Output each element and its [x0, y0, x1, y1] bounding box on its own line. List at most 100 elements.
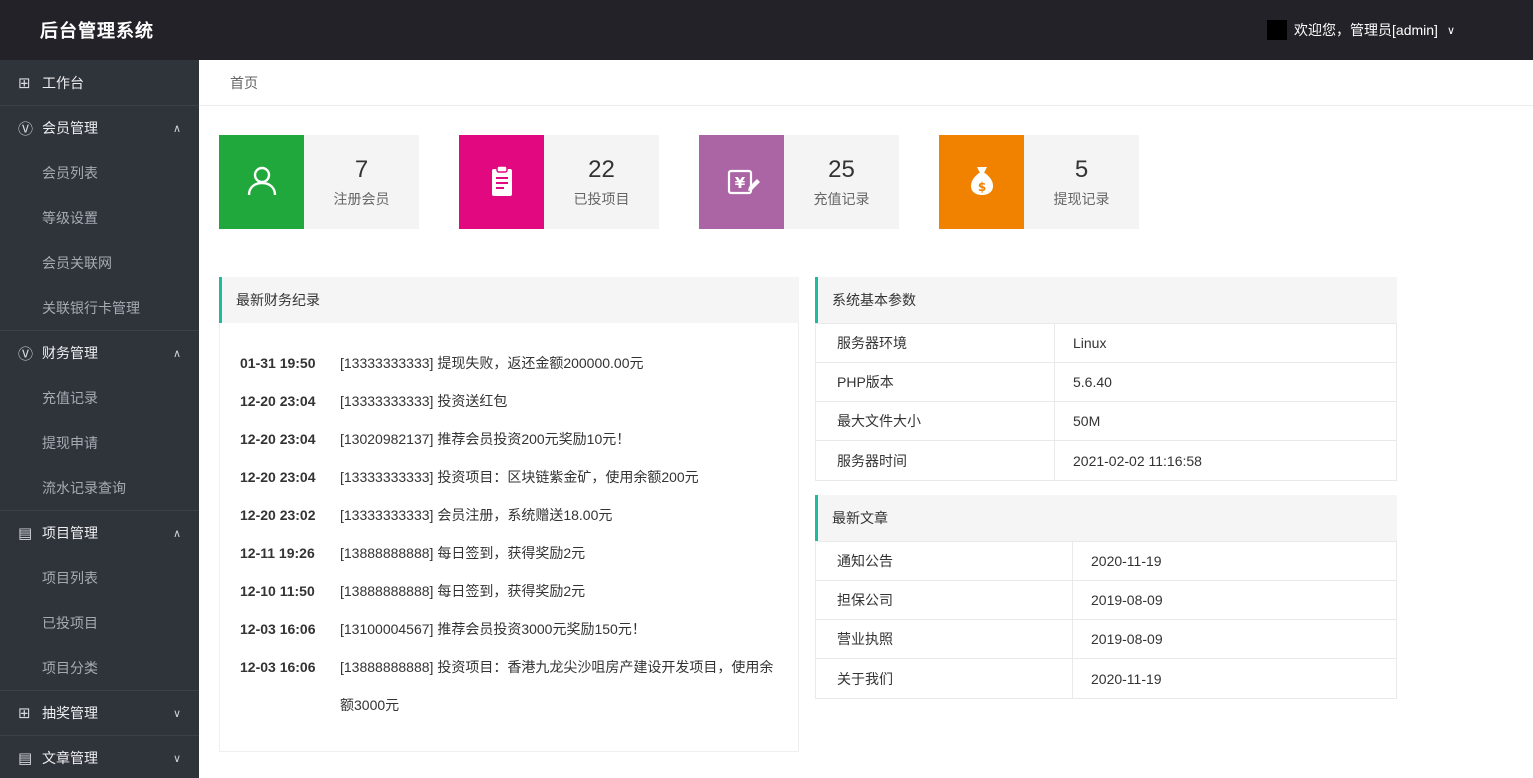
- record-time: 12-11 19:26: [240, 534, 340, 572]
- sidebar-item-member-list[interactable]: 会员列表: [0, 150, 199, 195]
- latest-articles-table: 通知公告 2020-11-19 担保公司 2019-08-09 营业执照 201…: [815, 541, 1397, 699]
- yuan-box-icon: ¥: [699, 135, 784, 229]
- sidebar-group-label: 财务管理: [42, 343, 98, 363]
- stat-value: 22: [588, 156, 615, 184]
- sidebar-group-finance-management[interactable]: Ⓥ 财务管理 ∧: [0, 330, 199, 375]
- chevron-up-icon: ∧: [173, 347, 181, 360]
- sidebar-group-label: 抽奖管理: [42, 703, 98, 723]
- record-time: 12-20 23:04: [240, 458, 340, 496]
- finance-record: 12-03 16:06 [13888888888] 投资项目：香港九龙尖沙咀房产…: [240, 648, 778, 724]
- record-text: [13020982137] 推荐会员投资200元奖励10元！: [340, 420, 778, 458]
- sidebar-group-label: 文章管理: [42, 748, 98, 768]
- right-column: 系统基本参数 服务器环境 Linux PHP版本 5.6.40 最大文件大小 5…: [815, 277, 1397, 699]
- user-icon-glyph: [241, 161, 283, 203]
- record-text: [13333333333] 投资送红包: [340, 382, 778, 420]
- record-time: 12-10 11:50: [240, 572, 340, 610]
- sidebar-item-member-network[interactable]: 会员关联网: [0, 240, 199, 285]
- record-time: 12-20 23:04: [240, 382, 340, 420]
- finance-records-panel: 最新财务纪录 01-31 19:50 [13333333333] 提现失败，返还…: [219, 277, 799, 752]
- param-label: 服务器时间: [816, 441, 1055, 480]
- article-icon: ▤: [18, 749, 42, 767]
- sidebar-item-recharge-records[interactable]: 充值记录: [0, 375, 199, 420]
- lottery-icon: ⊞: [18, 704, 42, 722]
- user-menu[interactable]: 欢迎您，管理员[admin] ∨: [1267, 20, 1455, 40]
- stat-label: 充值记录: [814, 189, 870, 209]
- table-row: 服务器环境 Linux: [816, 324, 1396, 363]
- sidebar-item-level-settings[interactable]: 等级设置: [0, 195, 199, 240]
- finance-record: 12-20 23:04 [13333333333] 投资项目：区块链紫金矿，使用…: [240, 458, 778, 496]
- breadcrumb: 首页: [199, 60, 1533, 106]
- sidebar-group-article-management[interactable]: ▤ 文章管理 ∨: [0, 735, 199, 778]
- stat-value: 25: [828, 156, 855, 184]
- param-value: 50M: [1055, 402, 1396, 440]
- sidebar-group-project-management[interactable]: ▤ 项目管理 ∧: [0, 510, 199, 555]
- param-value: 5.6.40: [1055, 363, 1396, 401]
- clipboard-icon: [459, 135, 544, 229]
- clipboard-icon-glyph: [481, 161, 523, 203]
- record-text: [13333333333] 投资项目：区块链紫金矿，使用余额200元: [340, 458, 778, 496]
- finance-record: 12-20 23:02 [13333333333] 会员注册，系统赠送18.00…: [240, 496, 778, 534]
- sidebar-item-label: 工作台: [42, 73, 84, 93]
- money-bag-icon-glyph: $: [961, 161, 1003, 203]
- param-value: Linux: [1055, 324, 1396, 362]
- sidebar-group-label: 项目管理: [42, 523, 98, 543]
- sidebar-item-withdraw-requests[interactable]: 提现申请: [0, 420, 199, 465]
- svg-text:¥: ¥: [734, 174, 745, 192]
- stat-card-registered-members[interactable]: 7 注册会员: [219, 135, 419, 229]
- app-title: 后台管理系统: [40, 17, 154, 43]
- table-row: 担保公司 2019-08-09: [816, 581, 1396, 620]
- stat-cards-row: 7 注册会员 22 已投项目: [219, 135, 1139, 229]
- record-text: [13333333333] 会员注册，系统赠送18.00元: [340, 496, 778, 534]
- table-row: 关于我们 2020-11-19: [816, 659, 1396, 698]
- sidebar-item-transaction-log-query[interactable]: 流水记录查询: [0, 465, 199, 510]
- stat-card-invested-projects[interactable]: 22 已投项目: [459, 135, 659, 229]
- stat-card-recharge-records[interactable]: ¥ 25 充值记录: [699, 135, 899, 229]
- record-time: 01-31 19:50: [240, 344, 340, 382]
- finance-icon: Ⓥ: [18, 343, 42, 364]
- finance-record: 12-10 11:50 [13888888888] 每日签到，获得奖励2元: [240, 572, 778, 610]
- system-params-table: 服务器环境 Linux PHP版本 5.6.40 最大文件大小 50M 服务器时…: [815, 323, 1397, 481]
- record-time: 12-03 16:06: [240, 648, 340, 724]
- article-date: 2020-11-19: [1073, 542, 1396, 580]
- table-row: 最大文件大小 50M: [816, 402, 1396, 441]
- article-date: 2020-11-19: [1073, 659, 1396, 698]
- sidebar-item-project-categories[interactable]: 项目分类: [0, 645, 199, 690]
- app-window: 后台管理系统 欢迎您，管理员[admin] ∨ ⊞ 工作台 Ⓥ 会员管理 ∧ 会…: [0, 0, 1533, 778]
- welcome-text: 欢迎您，管理员[admin]: [1294, 20, 1438, 40]
- chevron-down-icon: ∨: [1447, 24, 1455, 37]
- breadcrumb-home-link[interactable]: 首页: [230, 73, 258, 93]
- sidebar-item-bank-card-management[interactable]: 关联银行卡管理: [0, 285, 199, 330]
- sidebar-group-member-management[interactable]: Ⓥ 会员管理 ∧: [0, 105, 199, 150]
- record-text: [13888888888] 投资项目：香港九龙尖沙咀房产建设开发项目，使用余额3…: [340, 648, 778, 724]
- svg-text:$: $: [977, 180, 985, 194]
- dashboard-icon: ⊞: [18, 74, 42, 92]
- stat-label: 已投项目: [574, 189, 630, 209]
- sidebar-group-lottery-management[interactable]: ⊞ 抽奖管理 ∨: [0, 690, 199, 735]
- sidebar-item-invested-projects[interactable]: 已投项目: [0, 600, 199, 645]
- yuan-box-icon-glyph: ¥: [721, 161, 763, 203]
- record-time: 12-20 23:02: [240, 496, 340, 534]
- stat-card-withdraw-records[interactable]: $ 5 提现记录: [939, 135, 1139, 229]
- money-bag-icon: $: [939, 135, 1024, 229]
- stat-body: 5 提现记录: [1024, 135, 1139, 229]
- record-time: 12-03 16:06: [240, 610, 340, 648]
- panel-title-finance-records: 最新财务纪录: [219, 277, 799, 323]
- chevron-up-icon: ∧: [173, 122, 181, 135]
- article-date: 2019-08-09: [1073, 581, 1396, 619]
- stat-body: 7 注册会员: [304, 135, 419, 229]
- sidebar-item-workbench[interactable]: ⊞ 工作台: [0, 60, 199, 105]
- avatar: [1267, 20, 1287, 40]
- article-title: 通知公告: [816, 542, 1073, 580]
- record-text: [13888888888] 每日签到，获得奖励2元: [340, 572, 778, 610]
- table-row: 营业执照 2019-08-09: [816, 620, 1396, 659]
- chevron-up-icon: ∧: [173, 527, 181, 540]
- panel-title-system-params: 系统基本参数: [815, 277, 1397, 323]
- article-date: 2019-08-09: [1073, 620, 1396, 658]
- article-title: 担保公司: [816, 581, 1073, 619]
- chevron-down-icon: ∨: [173, 752, 181, 765]
- stat-label: 注册会员: [334, 189, 390, 209]
- sidebar-group-label: 会员管理: [42, 118, 98, 138]
- user-icon: [219, 135, 304, 229]
- topbar: 后台管理系统 欢迎您，管理员[admin] ∨: [0, 0, 1533, 60]
- sidebar-item-project-list[interactable]: 项目列表: [0, 555, 199, 600]
